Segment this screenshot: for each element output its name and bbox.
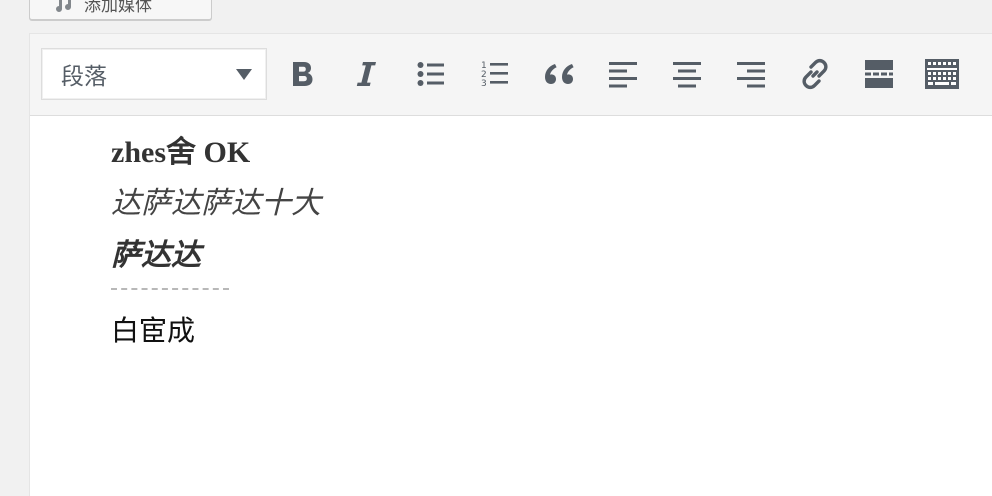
visual-editor: 段落 1 2 3 zhes舍 OK 达萨达萨达十大 萨达达 白宦成 xyxy=(29,33,992,496)
add-media-label: 添加媒体 xyxy=(84,0,152,16)
bullet-list-button[interactable] xyxy=(409,52,453,96)
numbered-list-icon: 1 2 3 xyxy=(481,60,509,88)
keyboard-icon xyxy=(924,58,960,90)
music-icon xyxy=(52,0,78,13)
editor-page: 添加媒体 段落 1 2 3 zhes舍 OK 达萨达萨达十大 萨达达 白宦成 xyxy=(0,0,992,496)
align-left-icon xyxy=(608,60,638,88)
numbered-list-button[interactable]: 1 2 3 xyxy=(473,52,517,96)
insert-link-button[interactable] xyxy=(793,52,837,96)
italic-button[interactable] xyxy=(344,52,388,96)
read-more-icon xyxy=(864,59,894,89)
editor-toolbar: 段落 1 2 3 xyxy=(30,34,992,116)
format-select[interactable]: 段落 xyxy=(41,48,267,100)
bold-button[interactable] xyxy=(281,52,325,96)
align-right-icon xyxy=(736,60,766,88)
link-icon xyxy=(798,57,832,91)
italic-icon xyxy=(355,60,377,88)
bullet-list-icon xyxy=(417,61,445,87)
align-center-icon xyxy=(672,60,702,88)
content-line-bold: zhes舍 OK xyxy=(111,136,251,169)
align-center-button[interactable] xyxy=(665,52,709,96)
bold-icon xyxy=(291,60,315,88)
toolbar-toggle-button[interactable] xyxy=(920,52,964,96)
svg-text:3: 3 xyxy=(481,79,487,88)
read-more-button[interactable] xyxy=(857,52,901,96)
blockquote-button[interactable] xyxy=(537,52,581,96)
align-left-button[interactable] xyxy=(601,52,645,96)
content-line-bold-italic: 萨达达 xyxy=(111,238,201,273)
content-line-italic: 达萨达萨达十大 xyxy=(111,186,321,221)
add-media-button[interactable]: 添加媒体 xyxy=(29,0,212,20)
content-line-plain: 白宦成 xyxy=(111,314,196,347)
format-select-value: 段落 xyxy=(61,64,107,90)
editor-content[interactable]: zhes舍 OK 达萨达萨达十大 萨达达 白宦成 xyxy=(111,136,971,348)
chevron-down-icon xyxy=(236,68,252,80)
align-right-button[interactable] xyxy=(729,52,773,96)
blockquote-icon xyxy=(543,62,575,86)
read-more-separator xyxy=(111,288,229,290)
